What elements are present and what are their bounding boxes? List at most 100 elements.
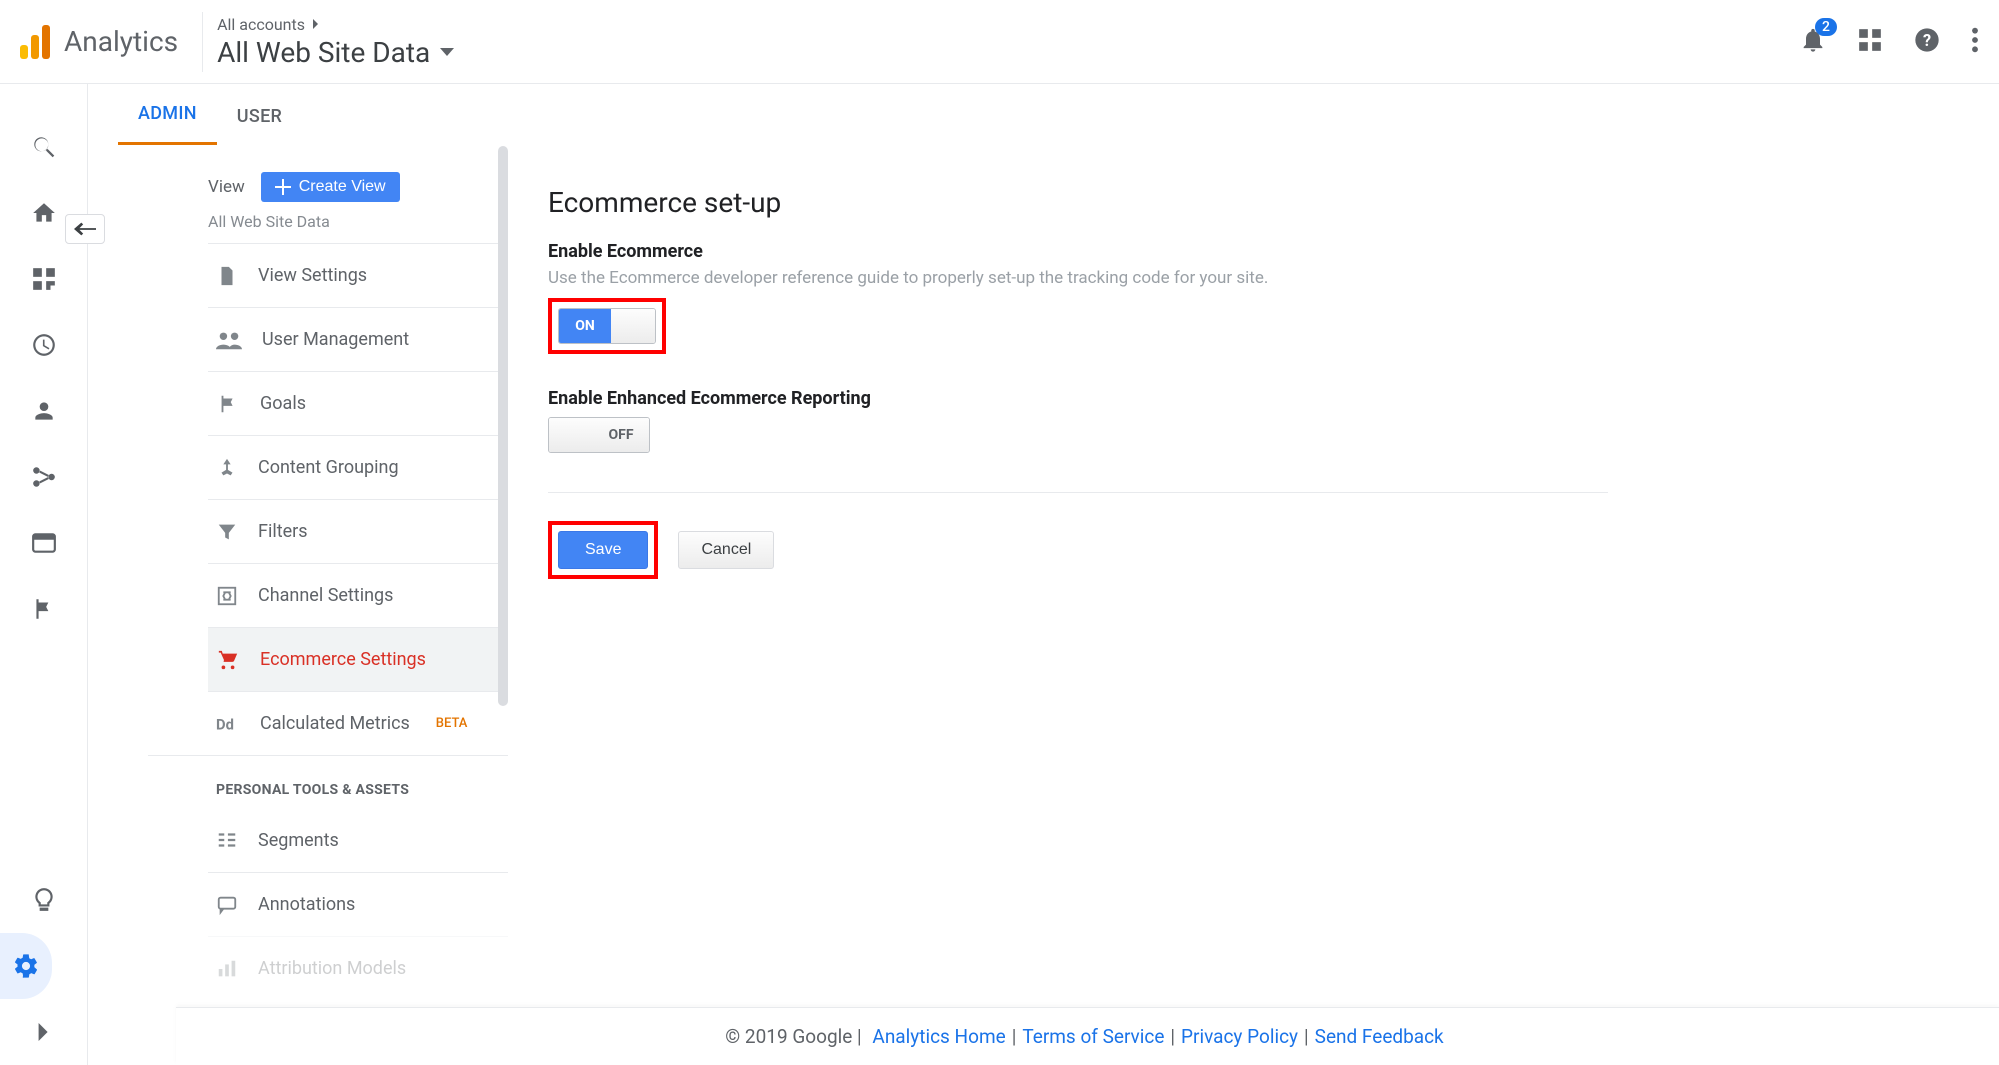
- menu-calculated-metrics[interactable]: DdCalculated MetricsBETA: [208, 691, 508, 755]
- view-settings-list: View Settings User Management Goals Cont…: [148, 243, 508, 755]
- nav-customization[interactable]: [0, 246, 87, 312]
- nav-audience[interactable]: [0, 378, 87, 444]
- nav-acquisition[interactable]: [0, 444, 87, 510]
- breadcrumb-view-label: All Web Site Data: [217, 36, 430, 69]
- segments-icon: [216, 829, 238, 851]
- people-icon: [216, 329, 242, 351]
- toggle-on-label: ON: [559, 309, 611, 343]
- breadcrumb-accounts: All accounts: [217, 15, 454, 34]
- cart-icon: [216, 649, 240, 671]
- footer-link-feedback[interactable]: Send Feedback: [1315, 1025, 1444, 1048]
- menu-attribution-models[interactable]: Attribution Models: [208, 936, 508, 1000]
- analytics-logo-icon: [20, 25, 50, 59]
- menu-channel-settings[interactable]: Channel Settings: [208, 563, 508, 627]
- footer-link-tos[interactable]: Terms of Service: [1022, 1025, 1164, 1048]
- menu-view-settings[interactable]: View Settings: [208, 243, 508, 307]
- view-label: View: [208, 177, 245, 197]
- menu-segments[interactable]: Segments: [208, 808, 508, 872]
- notifications-button[interactable]: 2: [1799, 26, 1827, 58]
- flag-icon: [31, 596, 57, 622]
- divider: [548, 492, 1608, 493]
- highlight-annotation: Save: [548, 521, 658, 579]
- footer-link-home[interactable]: Analytics Home: [872, 1025, 1005, 1048]
- account-selector[interactable]: All accounts All Web Site Data: [217, 15, 454, 69]
- caret-down-icon: [440, 48, 454, 56]
- menu-content-grouping[interactable]: Content Grouping: [208, 435, 508, 499]
- calculated-icon: Dd: [216, 715, 240, 733]
- breadcrumb-view: All Web Site Data: [217, 36, 454, 69]
- apps-grid-icon: [1857, 27, 1883, 53]
- toggle-knob: [549, 418, 593, 452]
- nav-conversions[interactable]: [0, 576, 87, 642]
- create-view-label: Create View: [299, 178, 386, 196]
- nav-search[interactable]: [0, 114, 87, 180]
- footer-link-privacy[interactable]: Privacy Policy: [1181, 1025, 1298, 1048]
- toggle-knob: [611, 309, 655, 343]
- annotation-icon: [216, 894, 238, 916]
- toggle-off-label: OFF: [593, 418, 649, 452]
- person-icon: [31, 398, 57, 424]
- tab-admin[interactable]: ADMIN: [118, 85, 217, 145]
- flag-icon: [216, 393, 240, 415]
- save-button[interactable]: Save: [558, 531, 648, 569]
- help-button[interactable]: ?: [1913, 26, 1941, 58]
- content-grouping-icon: [216, 457, 238, 479]
- breadcrumb-accounts-label: All accounts: [217, 15, 305, 34]
- header-actions: 2 ?: [1799, 26, 1979, 58]
- menu-user-management[interactable]: User Management: [208, 307, 508, 371]
- footer: © 2019 Google | Analytics Home | Terms o…: [176, 1007, 1999, 1065]
- dashboard-icon: [31, 266, 57, 292]
- more-vert-icon: [1971, 26, 1979, 54]
- app-header: Analytics All accounts All Web Site Data…: [0, 0, 1999, 84]
- svg-text:Dd: Dd: [216, 715, 234, 732]
- nav-discover[interactable]: [0, 867, 87, 933]
- acquisition-icon: [31, 464, 57, 490]
- tab-user[interactable]: USER: [217, 88, 302, 145]
- notifications-badge: 2: [1815, 18, 1837, 36]
- highlight-annotation: ON: [548, 298, 666, 354]
- chevron-right-icon: [311, 19, 321, 29]
- attribution-icon: [216, 958, 238, 980]
- brand-label: Analytics: [64, 25, 178, 58]
- svg-text:?: ?: [1923, 30, 1931, 49]
- enhanced-ecommerce-toggle[interactable]: OFF: [548, 417, 650, 453]
- nav-admin[interactable]: [0, 933, 52, 999]
- chevron-right-icon: [35, 1023, 53, 1041]
- clock-icon: [31, 332, 57, 358]
- nav-expand[interactable]: [0, 999, 87, 1065]
- cancel-button[interactable]: Cancel: [678, 531, 774, 569]
- page-title: Ecommerce set-up: [548, 186, 1608, 219]
- nav-realtime[interactable]: [0, 312, 87, 378]
- personal-tools-header: PERSONAL TOOLS & ASSETS: [148, 755, 508, 808]
- personal-tools-list: Segments Annotations Attribution Models: [148, 808, 508, 1000]
- view-settings-panel: View Create View All Web Site Data View …: [88, 146, 508, 1065]
- menu-ecommerce-settings[interactable]: Ecommerce Settings: [208, 627, 508, 691]
- gear-icon: [12, 952, 40, 980]
- channel-icon: [216, 585, 238, 607]
- back-arrow-icon: [74, 222, 96, 236]
- search-icon: [31, 134, 57, 160]
- funnel-icon: [216, 521, 238, 543]
- menu-goals[interactable]: Goals: [208, 371, 508, 435]
- apps-button[interactable]: [1857, 27, 1883, 57]
- behavior-icon: [31, 530, 57, 556]
- admin-tabs: ADMIN USER: [88, 84, 1999, 146]
- nav-behavior[interactable]: [0, 510, 87, 576]
- panel-scrollbar[interactable]: [498, 146, 508, 706]
- beta-badge: BETA: [436, 716, 468, 731]
- current-view-name[interactable]: All Web Site Data: [148, 212, 508, 231]
- ecommerce-setup-panel: Ecommerce set-up Enable Ecommerce Use th…: [508, 146, 1608, 1065]
- enable-ecommerce-label: Enable Ecommerce: [548, 241, 1608, 262]
- enhanced-ecommerce-label: Enable Enhanced Ecommerce Reporting: [548, 388, 1608, 409]
- plus-icon: [275, 179, 291, 195]
- brand[interactable]: Analytics: [20, 12, 203, 72]
- help-icon: ?: [1913, 26, 1941, 54]
- lightbulb-icon: [31, 887, 57, 913]
- menu-filters[interactable]: Filters: [208, 499, 508, 563]
- enable-ecommerce-toggle[interactable]: ON: [558, 308, 656, 344]
- back-button[interactable]: [65, 214, 105, 244]
- create-view-button[interactable]: Create View: [261, 172, 400, 202]
- more-button[interactable]: [1971, 26, 1979, 58]
- footer-copyright: © 2019 Google: [725, 1025, 852, 1048]
- menu-annotations[interactable]: Annotations: [208, 872, 508, 936]
